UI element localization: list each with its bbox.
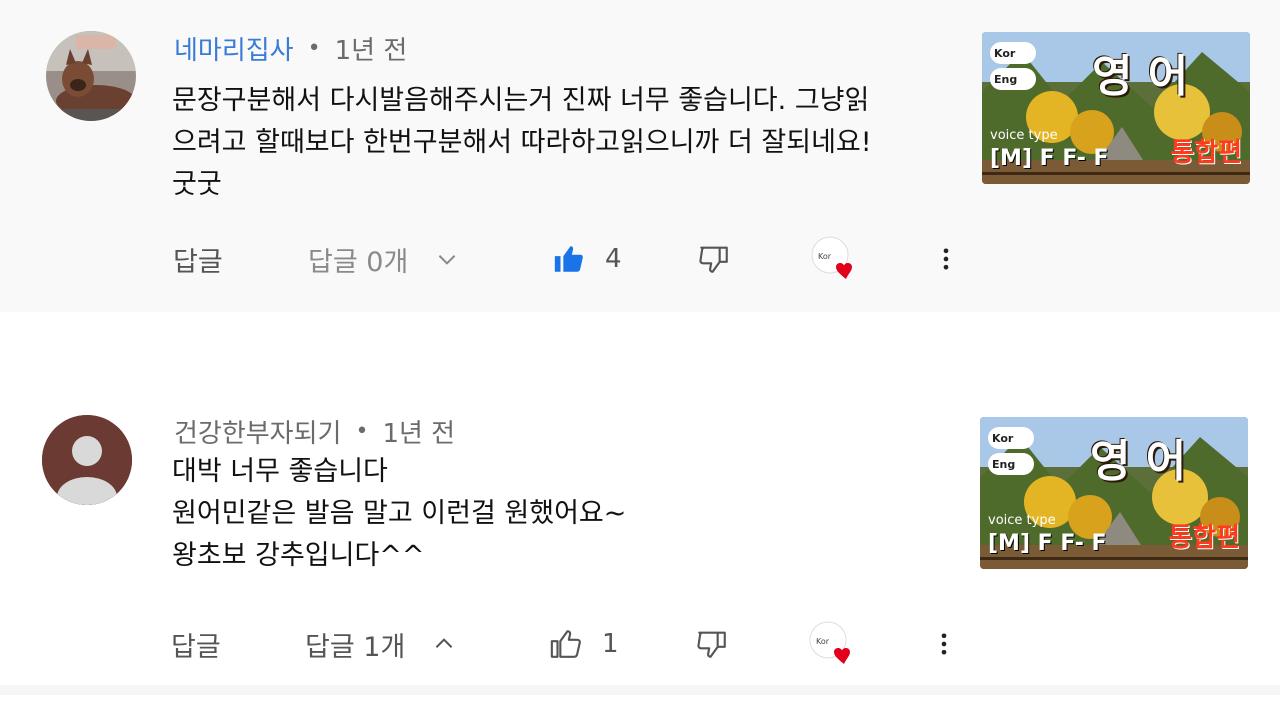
comment-line: 대박 너무 좋습니다	[172, 456, 388, 487]
replies-count-label: 답글 0개	[308, 246, 409, 278]
comment-header: 네마리집사 • 1년 전	[174, 30, 407, 67]
thumb-down-icon	[697, 631, 726, 658]
thumbnail-voice-code: [M] F F- F	[988, 531, 1107, 556]
english-flag-badge: Eng	[990, 68, 1036, 90]
chevron-up-icon	[436, 638, 453, 648]
thumbnail-title: 영 어	[1090, 436, 1187, 487]
author-name[interactable]: 네마리집사	[174, 30, 294, 67]
chevron-down-icon	[439, 255, 456, 265]
dislike-button[interactable]	[695, 619, 729, 669]
badge-label: Kor	[994, 46, 1016, 60]
cat-avatar-image	[46, 31, 136, 121]
english-flag-badge: Eng	[988, 453, 1034, 475]
comment-line: 으려고 할때보다 한번구분해서 따라하고읽으니까 더 잘되네요!	[172, 127, 872, 158]
view-replies-button[interactable]: 답글 0개	[308, 234, 460, 284]
thumb-up-icon	[554, 246, 583, 272]
thumbnail-tag: 통합편	[1168, 523, 1240, 553]
korean-flag-badge: Kor	[988, 427, 1034, 449]
avatar[interactable]	[42, 415, 132, 505]
comment-actions: 답글 답글 0개 4 Kor	[0, 234, 1000, 284]
thumb-down-icon	[699, 246, 728, 273]
comment-header: 건강한부자되기 • 1년 전	[174, 413, 455, 450]
timestamp[interactable]: 1년 전	[382, 413, 455, 450]
more-vert-icon	[941, 633, 947, 655]
separator: •	[355, 419, 369, 444]
view-replies-button[interactable]: 답글 1개	[305, 619, 457, 669]
like-button[interactable]	[549, 619, 583, 669]
comment-thread: 네마리집사 • 1년 전 문장구분해서 다시발음해주시는거 진짜 너무 좋습니다…	[0, 0, 1280, 312]
avatar[interactable]	[46, 31, 136, 121]
more-actions-button[interactable]	[932, 234, 960, 284]
timestamp[interactable]: 1년 전	[335, 30, 408, 67]
badge-label: Kor	[992, 431, 1014, 445]
more-vert-icon	[943, 248, 949, 270]
reply-button[interactable]: 답글	[173, 234, 223, 284]
thumbnail-voice-type: voice type	[988, 513, 1056, 528]
separator: •	[307, 36, 321, 61]
video-thumbnail[interactable]: Kor Eng 영 어 voice type [M] F F- F 통합편	[980, 417, 1248, 569]
comment-line: 문장구분해서 다시발음해주시는거 진짜 너무 좋습니다. 그냥읽	[172, 85, 870, 116]
default-avatar-image	[42, 415, 132, 505]
thumbnail-voice-code: [M] F F- F	[990, 146, 1109, 171]
korean-flag-badge: Kor	[990, 42, 1036, 64]
more-actions-button[interactable]	[930, 619, 958, 669]
comment-thread: 건강한부자되기 • 1년 전 대박 너무 좋습니다 원어민같은 발음 말고 이런…	[0, 385, 1280, 695]
svg-text:Kor: Kor	[818, 252, 832, 261]
reply-button[interactable]: 답글	[171, 619, 221, 669]
creator-heart-icon: Kor	[809, 621, 850, 664]
comment-text: 대박 너무 좋습니다 원어민같은 발음 말고 이런걸 원했어요~ 왕초보 강추입…	[172, 451, 992, 577]
video-thumbnail[interactable]: Kor Eng 영 어 voice type [M] F F- F 통합편	[982, 32, 1250, 184]
comment-actions: 답글 답글 1개 1 Kor	[0, 619, 1000, 669]
creator-heart: Kor	[810, 234, 858, 284]
svg-text:Kor: Kor	[816, 637, 830, 646]
thumb-up-icon	[550, 630, 581, 658]
dislike-button[interactable]	[697, 234, 731, 284]
comment-line: 왕초보 강추입니다^^	[172, 540, 425, 571]
comment-line: 굿굿	[172, 169, 222, 200]
like-count: 4	[605, 244, 622, 274]
thumbnail-tag: 통합편	[1170, 138, 1242, 168]
like-count: 1	[602, 629, 619, 659]
creator-heart-icon: Kor	[811, 236, 852, 279]
badge-label: Eng	[994, 72, 1018, 86]
author-name[interactable]: 건강한부자되기	[174, 413, 341, 450]
comment-text: 문장구분해서 다시발음해주시는거 진짜 너무 좋습니다. 그냥읽 으려고 할때보…	[172, 80, 992, 206]
replies-count-label: 답글 1개	[305, 631, 406, 663]
creator-heart: Kor	[808, 619, 856, 669]
comment-line: 원어민같은 발음 말고 이런걸 원했어요~	[172, 498, 627, 529]
thumbnail-title: 영 어	[1092, 51, 1189, 102]
thumbnail-voice-type: voice type	[990, 128, 1058, 143]
badge-label: Eng	[992, 457, 1016, 471]
like-button[interactable]	[552, 234, 586, 284]
